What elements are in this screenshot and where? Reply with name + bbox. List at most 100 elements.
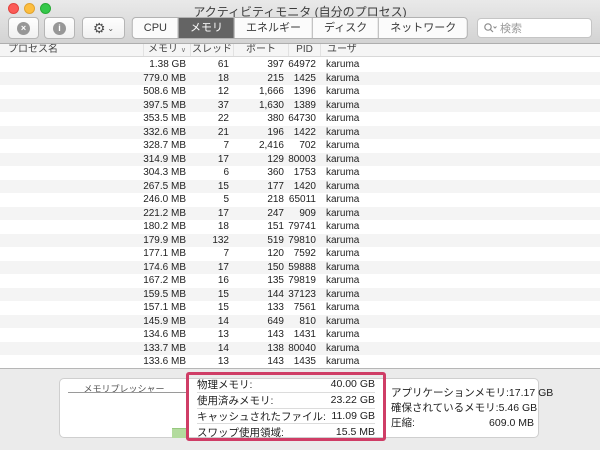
column-header-threads[interactable]: スレッド xyxy=(190,44,233,56)
table-row[interactable]: 177.1 MB 7 120 7592 karuma xyxy=(0,247,600,261)
tab-disk[interactable]: ディスク xyxy=(312,18,378,38)
options-button[interactable]: ⚙ ⌄ xyxy=(82,17,125,39)
cell-threads: 61 xyxy=(217,59,229,70)
table-row[interactable]: 179.9 MB 132 519 79810 karuma xyxy=(0,233,600,248)
sort-descending-icon: ∨ xyxy=(180,47,186,54)
table-row[interactable]: 157.1 MB 15 133 7561 karuma xyxy=(0,301,600,315)
cell-user: karuma xyxy=(326,126,360,138)
cell-user: karuma xyxy=(326,329,360,340)
table-row[interactable]: 328.7 MB 7 2,416 702 karuma xyxy=(0,139,600,153)
column-header-pid[interactable]: PID xyxy=(288,44,320,56)
table-header: プロセス名 メモリ ∨ スレッド ポート PID ユーザ xyxy=(0,44,600,57)
cell-pid: 59888 xyxy=(288,261,316,273)
cell-user: karuma xyxy=(326,72,360,84)
cell-process-name xyxy=(0,126,143,140)
table-row[interactable]: 332.6 MB 21 196 1422 karuma xyxy=(0,125,600,140)
memory-pressure-chart-frame xyxy=(68,392,187,393)
table-row[interactable]: 267.5 MB 15 177 1420 karuma xyxy=(0,179,600,194)
table-row[interactable]: 133.7 MB 14 138 80040 karuma xyxy=(0,341,600,355)
inspect-process-button[interactable]: i xyxy=(44,17,75,39)
table-row[interactable]: 508.6 MB 12 1,666 1396 karuma xyxy=(0,85,600,99)
stat-compressed: 圧縮: 609.0 MB xyxy=(391,416,534,430)
cell-threads: 17 xyxy=(217,207,229,219)
column-header-process-name[interactable]: プロセス名 xyxy=(0,44,143,56)
cell-user: karuma xyxy=(326,167,360,178)
cell-process-name xyxy=(0,234,143,248)
cell-process-name xyxy=(0,261,143,275)
cell-memory: 328.7 MB xyxy=(143,140,186,151)
search-icon xyxy=(484,23,497,33)
cell-ports: 151 xyxy=(267,221,284,232)
cell-memory: 508.6 MB xyxy=(143,86,186,97)
column-header-user[interactable]: ユーザ xyxy=(320,44,600,56)
search-placeholder: 検索 xyxy=(500,23,522,35)
stat-cached-files: キャッシュされたファイル: 11.09 GB xyxy=(197,409,375,425)
cell-pid: 1435 xyxy=(293,356,316,367)
cell-user: karuma xyxy=(326,248,360,259)
column-header-memory[interactable]: メモリ ∨ xyxy=(143,44,190,56)
cell-ports: 247 xyxy=(267,207,284,219)
table-row[interactable]: 133.6 MB 13 143 1435 karuma xyxy=(0,355,600,368)
cell-pid: 65011 xyxy=(288,194,316,205)
cell-pid: 64730 xyxy=(288,113,316,124)
table-row[interactable]: 145.9 MB 14 649 810 karuma xyxy=(0,314,600,328)
cell-ports: 143 xyxy=(267,356,284,367)
table-row[interactable]: 246.0 MB 5 218 65011 karuma xyxy=(0,193,600,207)
table-row[interactable]: 221.2 MB 17 247 909 karuma xyxy=(0,206,600,220)
cell-user: karuma xyxy=(326,207,360,219)
tab-energy[interactable]: エネルギー xyxy=(234,18,312,38)
tab-cpu[interactable]: CPU xyxy=(133,18,178,38)
cell-threads: 13 xyxy=(217,329,229,340)
gear-icon: ⚙ xyxy=(92,20,106,36)
stat-app-memory: アプリケーションメモリ: 17.17 GB xyxy=(391,386,554,400)
cell-pid: 79741 xyxy=(288,221,316,232)
table-row[interactable]: 180.2 MB 18 151 79741 karuma xyxy=(0,220,600,234)
memory-stats-right: アプリケーションメモリ: 17.17 GB 確保されているメモリ: 5.46 G… xyxy=(391,385,554,430)
cell-pid: 37123 xyxy=(288,288,316,300)
cell-process-name xyxy=(0,72,143,86)
process-table-body: 1.38 GB 61 397 64972 karuma 779.0 MB 18 … xyxy=(0,58,600,368)
table-row[interactable]: 159.5 MB 15 144 37123 karuma xyxy=(0,287,600,301)
cell-ports: 150 xyxy=(267,261,284,273)
table-row[interactable]: 779.0 MB 18 215 1425 karuma xyxy=(0,71,600,86)
column-header-ports[interactable]: ポート xyxy=(233,44,288,56)
stat-physical-memory: 物理メモリ: 40.00 GB xyxy=(197,378,375,393)
cell-ports: 120 xyxy=(267,248,284,259)
view-tabs: CPU メモリ エネルギー ディスク ネットワーク xyxy=(131,17,469,39)
quit-process-button[interactable]: × xyxy=(8,17,39,39)
table-row[interactable]: 174.6 MB 17 150 59888 karuma xyxy=(0,260,600,275)
table-row[interactable]: 314.9 MB 17 129 80003 karuma xyxy=(0,152,600,166)
table-row[interactable]: 397.5 MB 37 1,630 1389 karuma xyxy=(0,98,600,112)
cell-threads: 18 xyxy=(217,72,229,84)
tab-network[interactable]: ネットワーク xyxy=(378,18,467,38)
cell-ports: 133 xyxy=(267,302,284,313)
cell-user: karuma xyxy=(326,153,360,165)
table-row[interactable]: 1.38 GB 61 397 64972 karuma xyxy=(0,58,600,72)
cell-user: karuma xyxy=(326,221,360,232)
cell-threads: 15 xyxy=(217,288,229,300)
cell-process-name xyxy=(0,274,143,288)
table-row[interactable]: 304.3 MB 6 360 1753 karuma xyxy=(0,166,600,180)
table-row[interactable]: 167.2 MB 16 135 79819 karuma xyxy=(0,274,600,288)
cell-user: karuma xyxy=(326,194,360,205)
cell-threads: 13 xyxy=(217,356,229,367)
cell-memory: 179.9 MB xyxy=(143,234,186,246)
cell-pid: 79819 xyxy=(288,275,316,286)
tab-memory[interactable]: メモリ xyxy=(178,18,234,38)
cell-process-name xyxy=(0,166,143,180)
cell-memory: 157.1 MB xyxy=(143,302,186,313)
search-input[interactable]: 検索 xyxy=(477,18,592,38)
cell-memory: 174.6 MB xyxy=(143,261,186,273)
cell-threads: 7 xyxy=(223,140,229,151)
cell-pid: 80040 xyxy=(288,342,316,354)
cell-ports: 138 xyxy=(267,342,284,354)
cell-process-name xyxy=(0,180,143,194)
info-icon: i xyxy=(53,21,66,35)
table-row[interactable]: 134.6 MB 13 143 1431 karuma xyxy=(0,328,600,342)
cell-memory: 314.9 MB xyxy=(143,153,186,165)
cell-ports: 2,416 xyxy=(258,140,284,151)
cell-threads: 15 xyxy=(217,180,229,192)
table-row[interactable]: 353.5 MB 22 380 64730 karuma xyxy=(0,112,600,126)
cell-process-name xyxy=(0,139,143,153)
cell-user: karuma xyxy=(326,275,360,286)
